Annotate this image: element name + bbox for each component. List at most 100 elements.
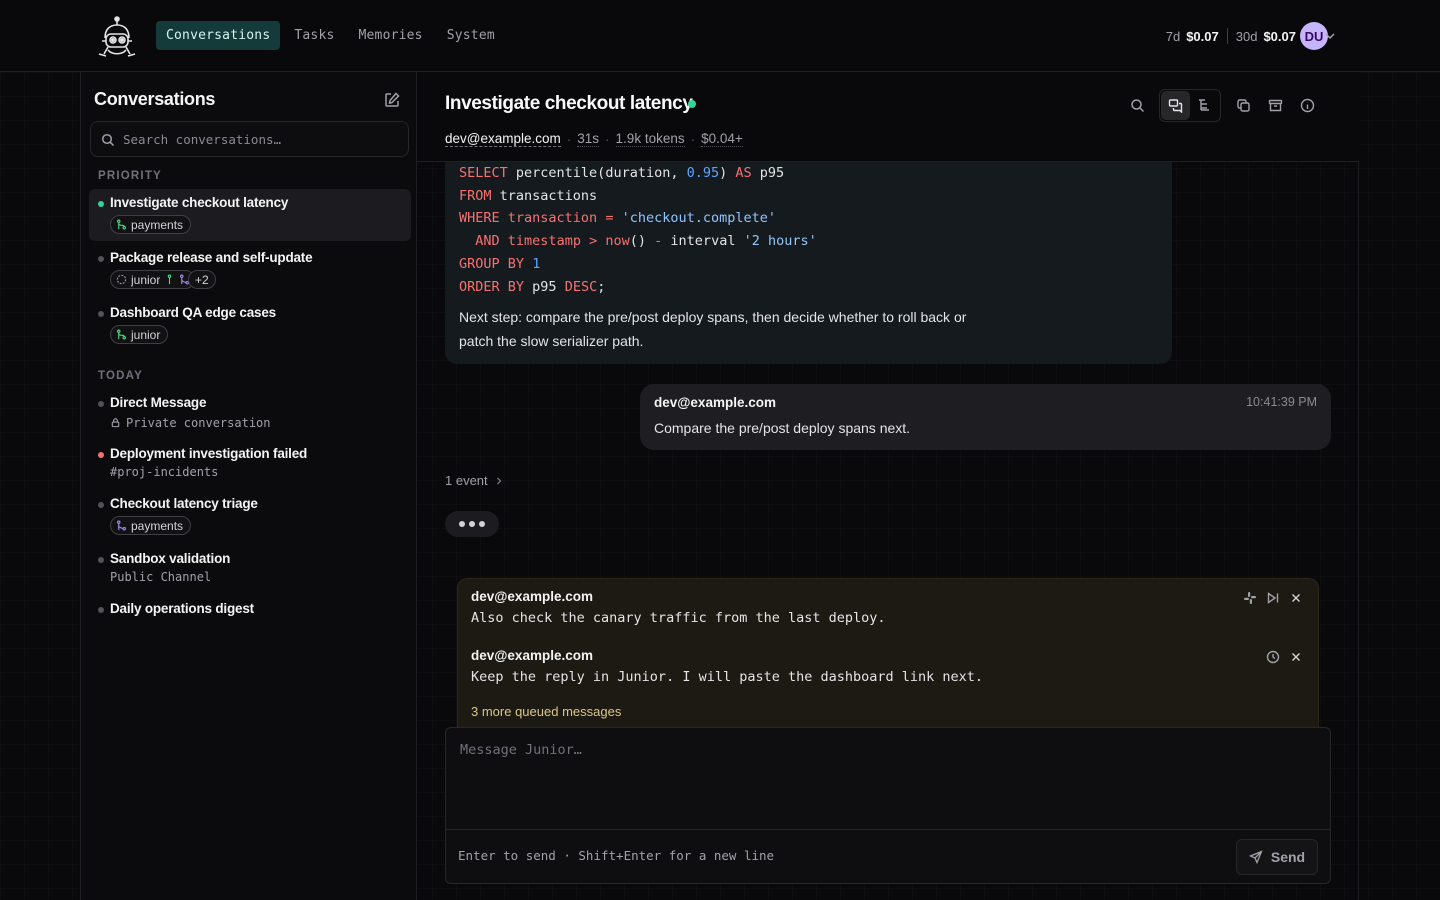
- tab-memories[interactable]: Memories: [349, 21, 433, 50]
- branch-icon: [168, 274, 172, 285]
- close-icon[interactable]: [1287, 648, 1304, 665]
- status-dot: [98, 557, 104, 563]
- chat-view-icon[interactable]: [1161, 91, 1190, 120]
- more-queued-link[interactable]: 3 more queued messages: [471, 704, 621, 719]
- sidebar-title: Conversations: [94, 89, 216, 109]
- info-icon[interactable]: [1291, 90, 1323, 122]
- send-label: Send: [1270, 849, 1306, 865]
- code-line: GROUP BY 1: [459, 255, 541, 272]
- status-dot: [98, 256, 104, 262]
- tab-system[interactable]: System: [437, 21, 505, 50]
- queued-message-author: dev@example.com: [471, 648, 593, 663]
- tab-tasks[interactable]: Tasks: [284, 21, 344, 50]
- message-timestamp: 10:41:39 PM: [1246, 395, 1317, 409]
- queued-message-text: Also check the canary traffic from the l…: [471, 610, 886, 626]
- chat-header: Investigate checkout latency dev@example…: [417, 72, 1359, 162]
- new-conversation-icon[interactable]: [383, 91, 401, 109]
- usage-30d-value: $0.07: [1263, 28, 1296, 44]
- code-line: ORDER BY p95 DESC;: [459, 278, 606, 295]
- composer-hint: Enter to send · Shift+Enter for a new li…: [458, 848, 775, 863]
- typing-indicator: [445, 511, 499, 537]
- chip-label: junior: [131, 272, 161, 287]
- clock-icon[interactable]: [1264, 648, 1281, 665]
- meta-cost: $0.04+: [701, 131, 743, 147]
- header-actions: [1121, 89, 1323, 122]
- typing-dot: [459, 521, 465, 527]
- meta-email[interactable]: dev@example.com: [445, 131, 561, 147]
- conversation-title: Deployment investigation failed: [110, 446, 308, 461]
- status-dot: [98, 311, 104, 317]
- conversation-item[interactable]: Daily operations digest: [89, 595, 411, 625]
- usage-30d-label: 30d: [1235, 28, 1258, 44]
- more-chip[interactable]: +2: [188, 270, 216, 289]
- conversation-title: Checkout latency triage: [110, 496, 258, 511]
- search-input[interactable]: [123, 122, 403, 156]
- branch-icon: [117, 520, 126, 531]
- usage-summary[interactable]: 7d $0.07 30d $0.07: [1166, 22, 1296, 50]
- code-line: SELECT percentile(duration, 0.95) AS p95: [459, 165, 785, 181]
- meta-separator: ·: [690, 131, 696, 147]
- usage-divider: [1226, 28, 1228, 44]
- queued-message-text: Keep the reply in Junior. I will paste t…: [471, 669, 984, 685]
- conversation-item[interactable]: Deployment investigation failed #proj-in…: [89, 440, 411, 486]
- chevron-down-icon[interactable]: [1322, 28, 1338, 44]
- section-label-today: TODAY: [98, 370, 143, 382]
- conversation-item[interactable]: Checkout latency triage payments: [89, 490, 411, 542]
- send-now-icon[interactable]: [1264, 589, 1281, 606]
- code-line: WHERE transaction = 'checkout.complete': [459, 210, 777, 227]
- typing-dot: [469, 521, 475, 527]
- chip-label: junior: [131, 327, 161, 342]
- conversation-title: Package release and self-update: [110, 250, 313, 265]
- usage-7d-label: 7d: [1165, 28, 1181, 44]
- send-button[interactable]: Send: [1236, 839, 1318, 875]
- status-dot: [98, 502, 104, 508]
- message-author: dev@example.com: [654, 395, 776, 410]
- chevron-right-icon: [496, 477, 502, 484]
- conversation-title: Sandbox validation: [110, 551, 231, 566]
- slack-icon[interactable]: [1241, 589, 1258, 606]
- repo-chip: payments: [110, 516, 192, 535]
- events-label: 1 event: [445, 473, 488, 488]
- status-dot: [688, 100, 696, 108]
- status-dot: [98, 607, 104, 613]
- robot-logo-icon[interactable]: [94, 14, 140, 60]
- user-message: dev@example.com 10:41:39 PM Compare the …: [640, 384, 1331, 450]
- send-icon: [1248, 850, 1263, 864]
- status-dot: [98, 201, 104, 207]
- conversation-item[interactable]: Sandbox validation Public Channel: [89, 545, 411, 591]
- search-icon[interactable]: [1121, 90, 1153, 122]
- conversation-title: Direct Message: [110, 395, 207, 410]
- main-nav: Conversations Tasks Memories System: [156, 21, 505, 50]
- typing-dot: [479, 521, 485, 527]
- message-input[interactable]: [446, 728, 1330, 830]
- view-toggle: [1159, 89, 1221, 122]
- close-icon[interactable]: [1287, 589, 1304, 606]
- spinner-icon: [116, 274, 127, 285]
- tab-conversations[interactable]: Conversations: [156, 21, 281, 50]
- usage-7d-value: $0.07: [1186, 28, 1219, 44]
- chat-panel: SELECT percentile(duration, 0.95) AS p95…: [417, 72, 1359, 900]
- status-dot: [98, 452, 104, 458]
- search-box: [90, 121, 409, 157]
- conversation-title: Daily operations digest: [110, 601, 254, 616]
- message-composer: Enter to send · Shift+Enter for a new li…: [445, 727, 1331, 884]
- search-icon: [101, 133, 115, 147]
- conversation-item[interactable]: Package release and self-update junior +…: [89, 244, 411, 296]
- copy-icon[interactable]: [1227, 90, 1259, 122]
- conversations-sidebar: Conversations PRIORITY Investigate check…: [80, 72, 417, 900]
- code-line: FROM transactions: [459, 187, 598, 204]
- repo-chip: payments: [110, 215, 192, 234]
- status-dot: [98, 401, 104, 407]
- conversation-subtitle: Private conversation: [110, 416, 271, 430]
- conversation-subtitle-text: Private conversation: [126, 416, 271, 430]
- archive-icon[interactable]: [1259, 90, 1291, 122]
- tree-view-icon[interactable]: [1190, 91, 1219, 120]
- assistant-message: SELECT percentile(duration, 0.95) AS p95…: [445, 162, 1172, 364]
- events-toggle[interactable]: 1 event: [445, 473, 504, 488]
- conversation-item[interactable]: Dashboard QA edge cases junior: [89, 299, 411, 351]
- repo-chip: junior: [110, 325, 169, 344]
- conversation-item[interactable]: Investigate checkout latency payments: [89, 189, 411, 241]
- conversation-item[interactable]: Direct Message Private conversation: [89, 389, 411, 435]
- lock-icon: [111, 418, 120, 428]
- meta-separator: ·: [605, 131, 610, 147]
